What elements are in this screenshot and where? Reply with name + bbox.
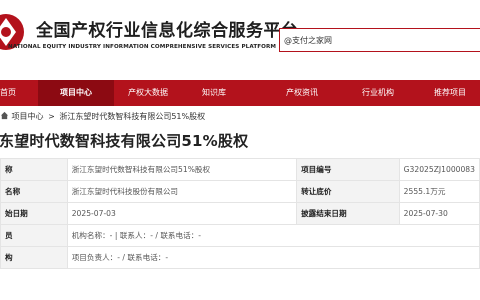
- field-label: 转让底价: [296, 180, 400, 203]
- site-header: 全国产权行业信息化综合服务平台 NATIONAL EQUITY INDUSTRY…: [0, 0, 480, 66]
- main-nav: 首页 项目中心 产权大数据 知识库 产权资讯 行业机构 推荐项目: [0, 80, 480, 106]
- breadcrumb-item[interactable]: 项目中心: [12, 111, 44, 122]
- nav-item-knowledge[interactable]: 知识库: [184, 80, 244, 106]
- field-value: 2555.1万元: [398, 180, 480, 203]
- field-value: G32025ZJ1000083: [398, 158, 480, 181]
- field-value: 项目负责人：- / 联系电话：-: [66, 246, 480, 269]
- table-row: 员 机构名称：- | 联系人：- / 联系电话：-: [0, 224, 480, 247]
- table-row: 始日期 2025-07-03 披露结束日期 2025-07-30: [0, 202, 480, 225]
- breadcrumb-current: 浙江东望时代数智科技有限公司51%股权: [59, 112, 206, 121]
- breadcrumb: 项目中心 > 浙江东望时代数智科技有限公司51%股权: [0, 110, 205, 126]
- field-value: 2025-07-03: [66, 202, 298, 225]
- field-label: 构: [0, 246, 68, 269]
- project-info-table: 称 浙江东望时代数智科技有限公司51%股权 项目编号 G32025ZJ10000…: [0, 158, 480, 269]
- field-label: 员: [0, 224, 68, 247]
- table-row: 构 项目负责人：- / 联系电话：-: [0, 246, 480, 269]
- table-row: 称 浙江东望时代数智科技有限公司51%股权 项目编号 G32025ZJ10000…: [0, 158, 480, 181]
- breadcrumb-separator: >: [48, 112, 55, 121]
- nav-item-news[interactable]: 产权资讯: [270, 80, 334, 106]
- field-label: 名称: [0, 180, 68, 203]
- table-row: 名称 浙江东望时代科技股份有限公司 转让底价 2555.1万元: [0, 180, 480, 203]
- field-label: 项目编号: [296, 158, 400, 181]
- site-title: 全国产权行业信息化综合服务平台: [36, 21, 299, 41]
- page-title: 东望时代数智科技有限公司51%股权: [0, 132, 249, 150]
- field-value: 2025-07-30: [398, 202, 480, 225]
- field-label: 称: [0, 158, 68, 181]
- nav-item-recommended[interactable]: 推荐项目: [420, 80, 480, 106]
- field-value: 浙江东望时代科技股份有限公司: [66, 180, 298, 203]
- nav-item-big-data[interactable]: 产权大数据: [118, 80, 178, 106]
- site-subtitle: NATIONAL EQUITY INDUSTRY INFORMATION COM…: [8, 44, 277, 50]
- nav-item-agencies[interactable]: 行业机构: [348, 80, 408, 106]
- nav-item-home[interactable]: 首页: [0, 80, 28, 106]
- field-label: 披露结束日期: [296, 202, 400, 225]
- field-value: 机构名称：- | 联系人：- / 联系电话：-: [66, 224, 480, 247]
- search-box: [279, 28, 480, 52]
- nav-item-project-center[interactable]: 项目中心: [38, 80, 114, 106]
- search-input[interactable]: [284, 32, 474, 48]
- field-label: 始日期: [0, 202, 68, 225]
- field-value: 浙江东望时代数智科技有限公司51%股权: [66, 158, 298, 181]
- home-icon[interactable]: [0, 111, 9, 120]
